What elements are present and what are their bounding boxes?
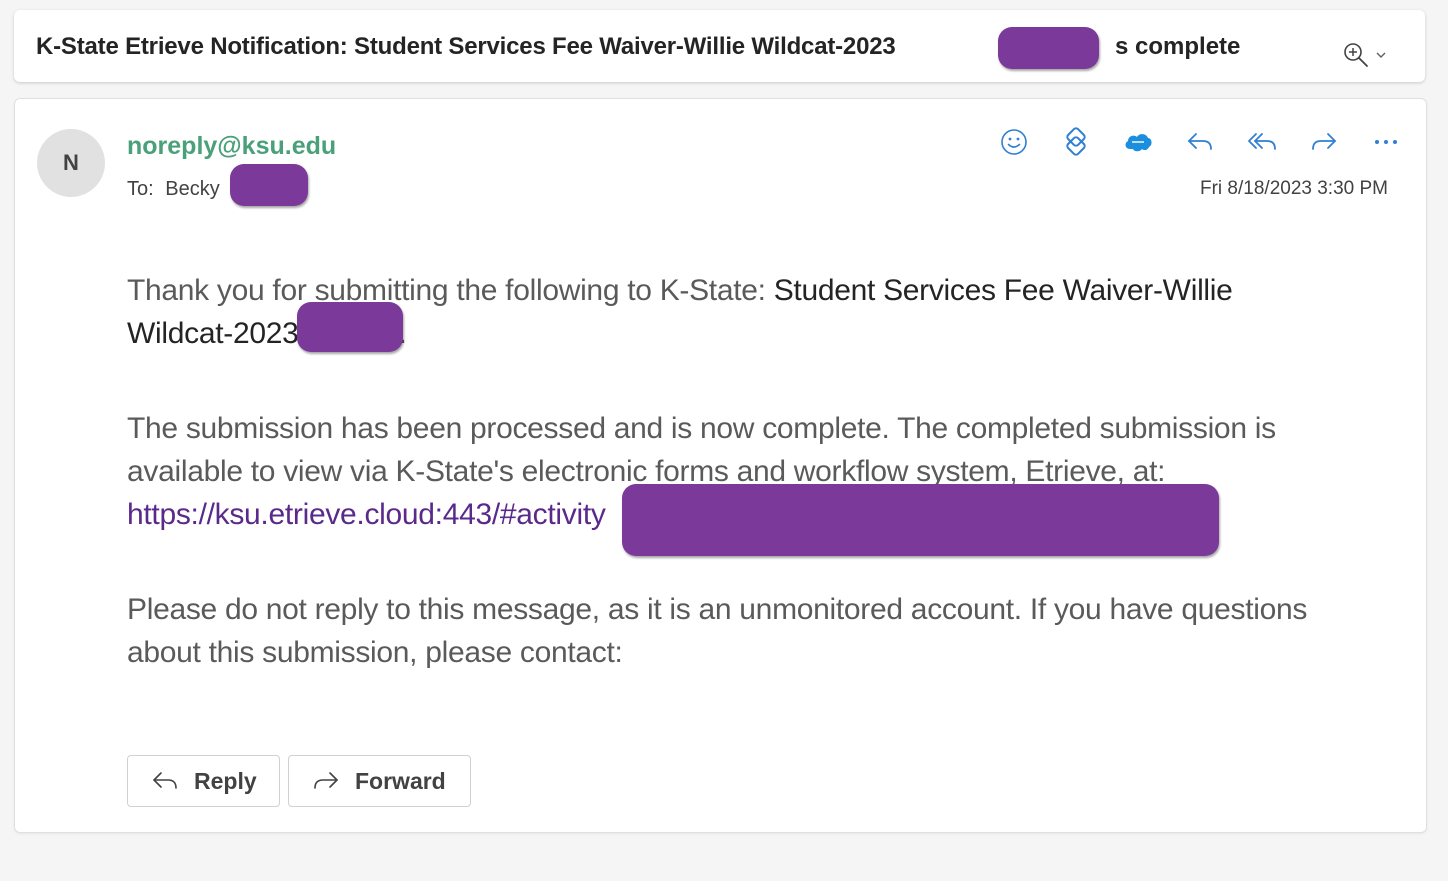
zoom-button[interactable] <box>1342 40 1402 70</box>
forward-icon <box>314 772 338 789</box>
more-actions-button[interactable] <box>1355 125 1417 159</box>
reply-icon <box>153 772 177 789</box>
forward-button[interactable]: Forward <box>288 755 471 807</box>
subject-suffix: s complete <box>1115 33 1241 60</box>
avatar: N <box>37 129 105 197</box>
p1-text: Thank you for submitting the following t… <box>127 274 774 307</box>
message-toolbar <box>983 125 1417 159</box>
p1-form-name-cont: Wildcat-2023 <box>127 317 299 350</box>
p3-line-1: Please do not reply to this message, as … <box>127 593 1308 626</box>
recipient-name[interactable]: Becky <box>165 178 219 200</box>
salesforce-button[interactable] <box>1107 125 1169 159</box>
emoji-icon <box>1001 129 1027 155</box>
redaction-subject <box>998 27 1099 69</box>
redaction-link <box>622 484 1219 556</box>
reply-toolbar-button[interactable] <box>1169 125 1231 159</box>
recipient-line: To: Becky <box>127 178 220 201</box>
p2-line-1: The submission has been processed and is… <box>127 412 1276 445</box>
chevron-down-icon <box>1376 52 1386 58</box>
subject-bar: K-State Etrieve Notification: Student Se… <box>14 10 1425 82</box>
p3-line-2: about this submission, please contact: <box>127 636 623 669</box>
emoji-button[interactable] <box>983 125 1045 159</box>
forward-toolbar-button[interactable] <box>1293 125 1355 159</box>
etrieve-link[interactable]: https://ksu.etrieve.cloud:443/#activity <box>127 498 606 531</box>
p1-form-name: Student Services Fee Waiver-Willie <box>773 274 1233 307</box>
reply-icon <box>1188 133 1212 150</box>
forward-icon <box>1312 133 1336 150</box>
redaction-form-id <box>297 302 403 352</box>
salesforce-icon <box>1125 134 1152 152</box>
zoom-in-icon <box>1344 43 1368 67</box>
reply-all-icon <box>1248 133 1276 150</box>
redaction-recipient <box>230 164 308 206</box>
forward-button-label: Forward <box>355 767 446 794</box>
sender-address[interactable]: noreply@ksu.edu <box>127 132 336 161</box>
reply-button-label: Reply <box>194 767 257 794</box>
reply-button[interactable]: Reply <box>127 755 280 807</box>
loop-button[interactable] <box>1045 125 1107 159</box>
reply-all-toolbar-button[interactable] <box>1231 125 1293 159</box>
to-label: To: <box>127 178 154 200</box>
sent-date: Fri 8/18/2023 3:30 PM <box>1200 178 1388 199</box>
more-icon <box>1375 140 1397 144</box>
loop-icon <box>1066 127 1086 156</box>
message-card: N noreply@ksu.edu To: Becky Fri 8/18/202… <box>14 98 1427 833</box>
subject-title: K-State Etrieve Notification: Student Se… <box>36 33 896 60</box>
body-paragraph-3: Please do not reply to this message, as … <box>127 588 1357 674</box>
